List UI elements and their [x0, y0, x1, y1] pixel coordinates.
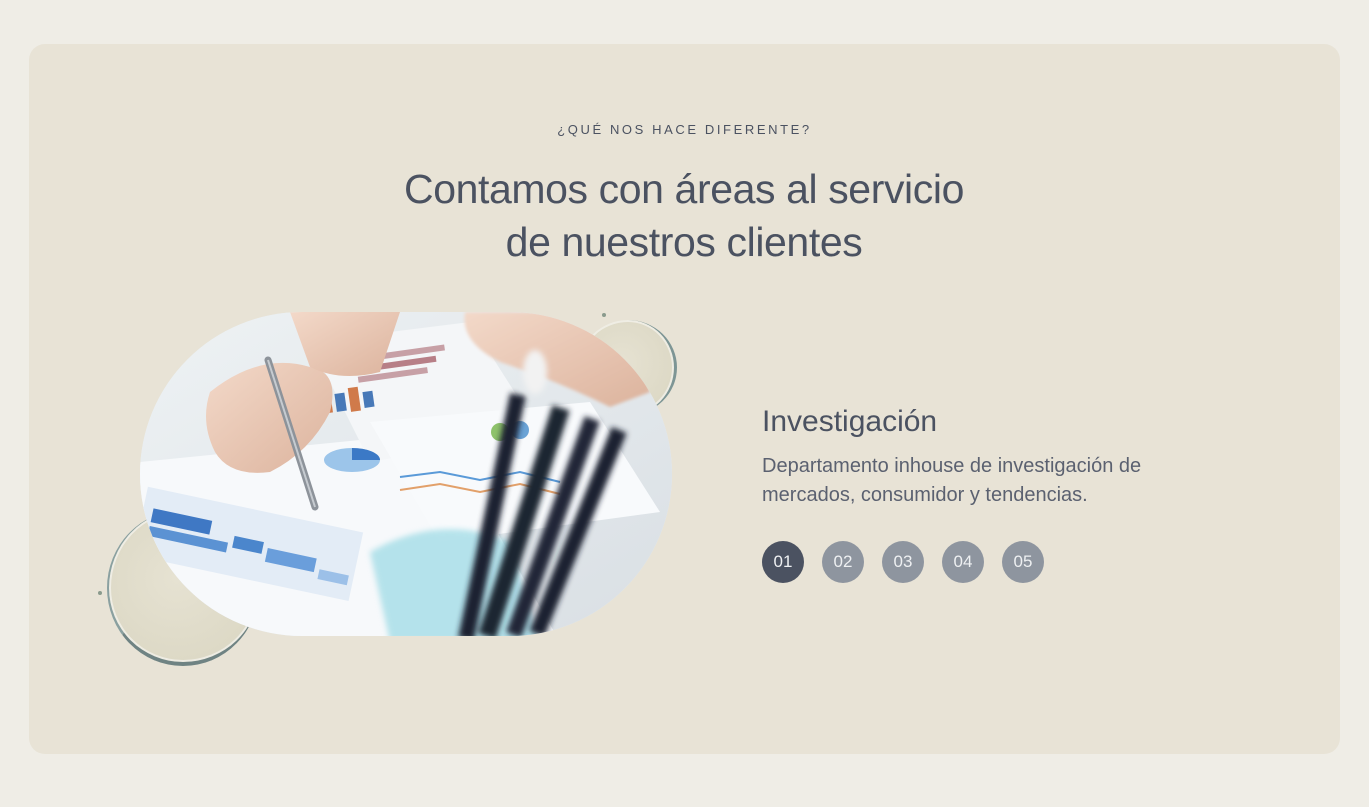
- feature-photo: [140, 312, 672, 636]
- pager-button-03[interactable]: 03: [882, 541, 924, 583]
- pager-button-01[interactable]: 01: [762, 541, 804, 583]
- headline-line-2: de nuestros clientes: [505, 219, 863, 265]
- section-eyebrow: ¿QUÉ NOS HACE DIFERENTE?: [557, 122, 812, 137]
- headline-line-1: Contamos con áreas al servicio: [404, 166, 964, 212]
- pager-button-02[interactable]: 02: [822, 541, 864, 583]
- business-analysis-photo: [140, 312, 672, 636]
- feature-title: Investigación: [762, 405, 938, 438]
- section-headline: Contamos con áreas al servicio de nuestr…: [334, 163, 1034, 269]
- feature-description: Departamento inhouse de investigación de…: [762, 455, 1142, 506]
- pager-button-04[interactable]: 04: [942, 541, 984, 583]
- decorative-dot: [98, 591, 102, 595]
- feature-image-area: [95, 310, 685, 670]
- pager-button-05[interactable]: 05: [1002, 541, 1044, 583]
- feature-pager: 01 02 03 04 05: [762, 541, 1044, 583]
- decorative-dot: [602, 313, 606, 317]
